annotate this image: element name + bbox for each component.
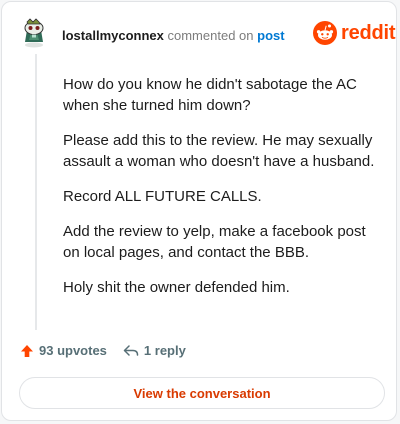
comment-paragraph: Please add this to the review. He may se…	[63, 132, 375, 170]
comment-paragraph: How do you know he didn't sabotage the A…	[63, 76, 357, 114]
upvote-count: 93 upvotes	[39, 343, 107, 358]
reddit-snoo-icon	[313, 21, 337, 45]
commented-on-text: commented on	[167, 28, 254, 43]
post-link[interactable]: post	[257, 28, 284, 43]
view-conversation-button[interactable]: View the conversation	[19, 377, 385, 409]
reply-arrow-icon	[123, 344, 139, 356]
upvote-arrow-icon	[21, 344, 33, 357]
reply-button[interactable]: 1 reply	[123, 343, 186, 358]
snoo-avatar-icon	[24, 18, 44, 48]
user-avatar[interactable]	[18, 16, 50, 48]
reddit-logo[interactable]: reddit	[313, 21, 396, 45]
comment-actions: 93 upvotes 1 reply	[20, 343, 186, 358]
reddit-wordmark: reddit	[341, 22, 396, 44]
comment-paragraph: Record ALL FUTURE CALLS.	[63, 188, 262, 205]
username-link[interactable]: lostallmyconnex	[62, 28, 164, 43]
comment-paragraph: Add the review to yelp, make a facebook …	[63, 223, 366, 261]
reply-count: 1 reply	[143, 343, 186, 358]
comment-body: How do you know he didn't sabotage the A…	[63, 74, 375, 312]
upvote-button[interactable]: 93 upvotes	[20, 343, 107, 358]
thread-line	[35, 54, 37, 330]
comment-header: lostallmyconnex commented on post	[62, 28, 285, 44]
comment-paragraph: Holy shit the owner defended him.	[63, 279, 290, 296]
embedded-comment-card: lostallmyconnex commented on post reddit…	[1, 1, 397, 421]
